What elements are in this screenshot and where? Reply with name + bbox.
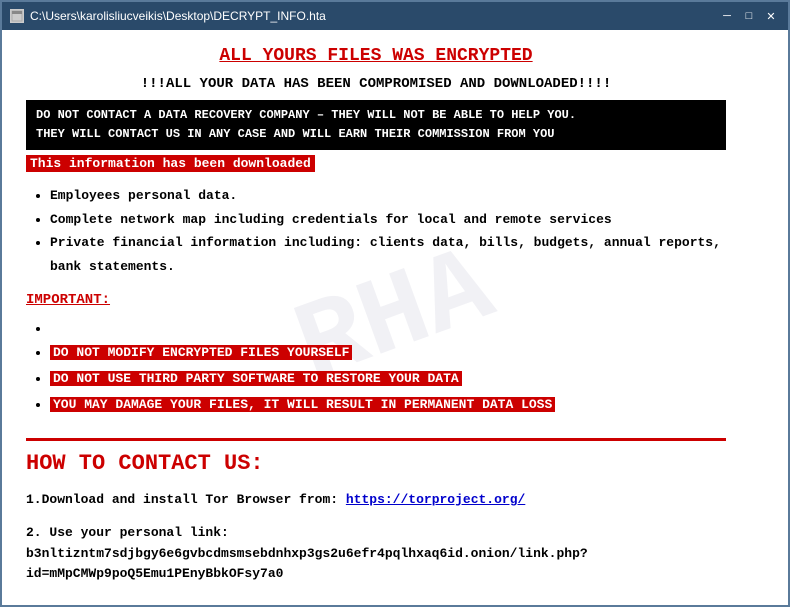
important-text-2: DO NOT USE THIRD PARTY SOFTWARE TO RESTO… (50, 371, 462, 386)
titlebar-left: C:\Users\karolisliucveikis\Desktop\DECRY… (10, 9, 326, 23)
important-item-3: YOU MAY DAMAGE YOUR FILES, IT WILL RESUL… (50, 392, 726, 418)
maximize-button[interactable]: □ (740, 8, 758, 24)
warning-line2: THEY WILL CONTACT US IN ANY CASE AND WIL… (36, 127, 554, 141)
how-to-section: HOW TO CONTACT US: 1.Download and instal… (26, 438, 726, 585)
titlebar: C:\Users\karolisliucveikis\Desktop\DECRY… (2, 2, 788, 30)
important-text-3: YOU MAY DAMAGE YOUR FILES, IT WILL RESUL… (50, 397, 555, 412)
step1-label: 1.Download and install Tor Browser from: (26, 492, 338, 507)
important-list: DO NOT MODIFY ENCRYPTED FILES YOURSELF D… (50, 316, 726, 418)
info-downloaded-wrapper: This information has been downloaded (26, 154, 726, 184)
step-1: 1.Download and install Tor Browser from:… (26, 490, 726, 511)
step2-label: 2. Use your personal link: (26, 525, 229, 540)
important-item-1: DO NOT MODIFY ENCRYPTED FILES YOURSELF (50, 340, 726, 366)
tor-link[interactable]: https://torproject.org/ (346, 492, 525, 507)
warning-block: DO NOT CONTACT A DATA RECOVERY COMPANY –… (26, 100, 726, 150)
window-title: C:\Users\karolisliucveikis\Desktop\DECRY… (30, 9, 326, 23)
close-button[interactable]: ✕ (762, 8, 780, 24)
main-window: C:\Users\karolisliucveikis\Desktop\DECRY… (0, 0, 790, 607)
bullet-item-2: Complete network map including credentia… (50, 208, 726, 231)
how-to-title: HOW TO CONTACT US: (26, 451, 726, 476)
titlebar-controls: ─ □ ✕ (718, 8, 780, 24)
important-item-0 (50, 316, 726, 340)
info-downloaded: This information has been downloaded (26, 155, 315, 172)
important-label: IMPORTANT: (26, 292, 726, 308)
step2-link: b3nltizntm7sdjbgy6e6gvbcdmsmsebdnhxp3gs2… (26, 546, 588, 582)
subtitle: !!!ALL YOUR DATA HAS BEEN COMPROMISED AN… (26, 76, 726, 92)
important-item-2: DO NOT USE THIRD PARTY SOFTWARE TO RESTO… (50, 366, 726, 392)
content-area[interactable]: RHA ALL YOURS FILES WAS ENCRYPTED !!!ALL… (2, 30, 788, 605)
window-icon (10, 9, 24, 23)
bullet-item-3: Private financial information including:… (50, 231, 726, 278)
step-2: 2. Use your personal link: b3nltizntm7sd… (26, 523, 726, 585)
minimize-button[interactable]: ─ (718, 8, 736, 24)
important-text-1: DO NOT MODIFY ENCRYPTED FILES YOURSELF (50, 345, 352, 360)
warning-line1: DO NOT CONTACT A DATA RECOVERY COMPANY –… (36, 108, 576, 122)
bullet-item-1: Employees personal data. (50, 184, 726, 207)
page-content: ALL YOURS FILES WAS ENCRYPTED !!!ALL YOU… (26, 46, 726, 585)
data-bullet-list: Employees personal data. Complete networ… (50, 184, 726, 278)
main-title: ALL YOURS FILES WAS ENCRYPTED (26, 46, 726, 66)
